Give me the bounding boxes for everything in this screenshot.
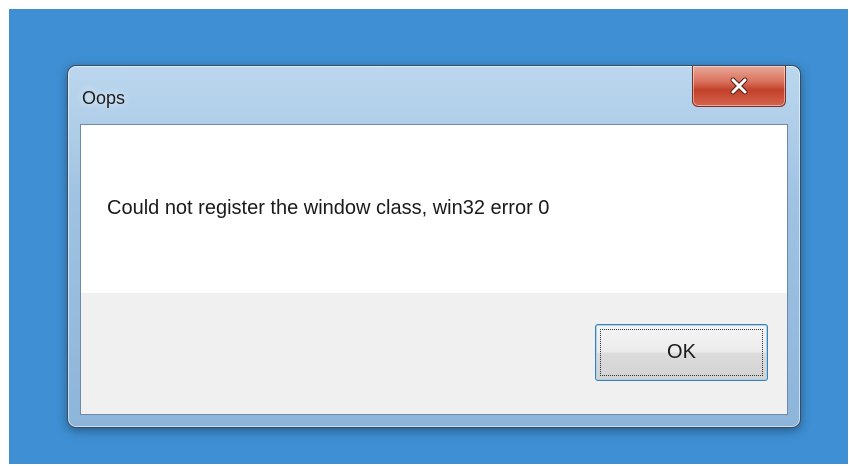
dialog-client-area: Could not register the window class, win… — [80, 124, 788, 415]
dialog-title: Oops — [82, 88, 126, 108]
dialog-titlebar[interactable]: Oops — [68, 66, 800, 124]
close-icon — [730, 77, 748, 95]
ok-button[interactable]: OK — [595, 324, 768, 381]
button-area: OK — [81, 293, 787, 414]
error-message: Could not register the window class, win… — [107, 197, 550, 219]
error-dialog: Oops Could not register the window class… — [67, 65, 801, 428]
ok-button-label: OK — [600, 329, 763, 376]
desktop-background: Oops Could not register the window class… — [9, 9, 848, 464]
close-button[interactable] — [692, 66, 786, 107]
message-area: Could not register the window class, win… — [81, 125, 787, 293]
